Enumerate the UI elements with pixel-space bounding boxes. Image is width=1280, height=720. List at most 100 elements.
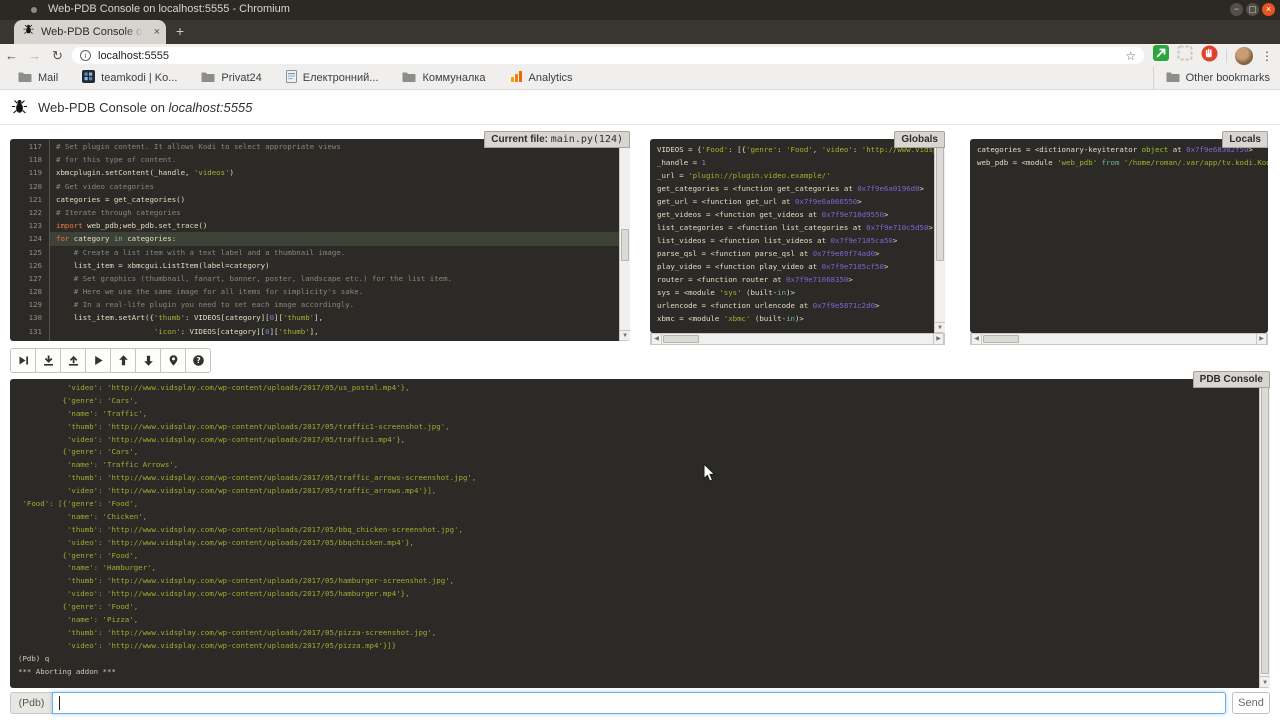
new-tab-button[interactable]: + [172, 24, 188, 40]
console-line: 'name': 'Traffic', [10, 408, 1270, 421]
back-icon[interactable]: ← [0, 44, 23, 67]
code-line-124: 124for category in categories: [10, 232, 630, 245]
console-vertical-scrollbar[interactable]: ▼ [1259, 379, 1270, 688]
console-line: 'name': 'Traffic Arrows', [10, 459, 1270, 472]
locals-panel: Locals categories = <dictionary-keyitera… [970, 131, 1268, 345]
line-number: 122 [10, 206, 50, 219]
globals-line: play_video = <function play_video at 0x7… [650, 260, 945, 273]
step-into-button[interactable] [35, 348, 61, 373]
bookmark-star-icon[interactable]: ☆ [1125, 50, 1136, 62]
code-line-132: 132 'fanart': VIDEOS[category][0]['thumb… [10, 338, 630, 341]
console-line: 'name': 'Hamburger', [10, 562, 1270, 575]
line-number: 121 [10, 193, 50, 206]
bookmark-teamkodi-ko-[interactable]: teamkodi | Ko... [82, 70, 177, 86]
code-line-119: 119xbmcplugin.setContent(_handle, 'video… [10, 166, 630, 179]
extension-green-icon[interactable] [1153, 45, 1169, 66]
tab-webpdb[interactable]: Web-PDB Console on loca × [14, 20, 166, 44]
bookmark-label: Analytics [529, 72, 573, 84]
globals-line: urlencode = <function urlencode at 0x7f9… [650, 299, 945, 312]
forward-icon[interactable]: → [23, 44, 46, 67]
down-icon [142, 354, 155, 367]
site-info-icon[interactable]: i [80, 50, 91, 61]
line-number: 124 [10, 232, 50, 245]
code-line-118: 118# for this type of content. [10, 153, 630, 166]
console-line: {'genre': 'Cars', [10, 446, 1270, 459]
code-line-120: 120# Get video categories [10, 180, 630, 193]
browser-toolbar: ← → ↻ i localhost:5555 ☆ ⋮ [0, 44, 1280, 67]
analytics-icon [510, 70, 523, 86]
bookmark--[interactable]: Електронний... [286, 70, 379, 86]
browser-menu-icon[interactable]: ⋮ [1261, 50, 1273, 62]
globals-line: _url = 'plugin://plugin.video.example/' [650, 169, 945, 182]
up-button[interactable] [110, 348, 136, 373]
code-line-130: 130 list_item.setArt({'thumb': VIDEOS[ca… [10, 311, 630, 324]
line-number: 123 [10, 219, 50, 232]
where-button[interactable] [160, 348, 186, 373]
line-number: 128 [10, 285, 50, 298]
page-header: Web-PDB Console on localhost:5555 [0, 90, 1280, 125]
profile-avatar[interactable] [1235, 47, 1253, 65]
locals-line: web_pdb = <module 'web_pdb' from '/home/… [970, 156, 1268, 169]
code-vertical-scrollbar[interactable]: ▼ [619, 139, 630, 341]
current-file-chip: Current file: main.py(124) [484, 131, 630, 148]
bookmark-analytics[interactable]: Analytics [510, 70, 573, 86]
step-out-icon [67, 354, 80, 367]
globals-horizontal-scrollbar[interactable]: ◀ ▶ [650, 333, 945, 345]
address-bar[interactable]: i localhost:5555 ☆ [72, 47, 1144, 64]
reload-icon[interactable]: ↻ [46, 44, 69, 67]
extension-disabled-icon[interactable] [1177, 45, 1193, 66]
kodi-icon [82, 70, 95, 86]
minimize-button[interactable]: − [1230, 3, 1243, 16]
maximize-button[interactable]: ▢ [1246, 3, 1259, 16]
console-line: *** Aborting addon *** [10, 666, 1270, 679]
globals-line: xbmc = <module 'xbmc' (built-in)> [650, 312, 945, 325]
pdb-command-input[interactable] [52, 692, 1226, 714]
code-line-126: 126 list_item = xbmcgui.ListItem(label=c… [10, 259, 630, 272]
bookmark--[interactable]: Коммуналка [402, 71, 485, 86]
line-number: 126 [10, 259, 50, 272]
line-number: 129 [10, 298, 50, 311]
line-number: 118 [10, 153, 50, 166]
send-button[interactable]: Send [1232, 692, 1270, 714]
console-line: 'video': 'http://www.vidsplay.com/wp-con… [10, 588, 1270, 601]
line-number: 120 [10, 180, 50, 193]
step-forward-icon [17, 354, 30, 367]
bookmark-label: Mail [38, 72, 58, 84]
globals-line: list_categories = <function list_categor… [650, 221, 945, 234]
bookmark-mail[interactable]: Mail [18, 71, 58, 86]
debugger-toolbar: ? [10, 348, 211, 373]
command-row: (Pdb) Send [10, 692, 1270, 714]
console-line: 'name': 'Chicken', [10, 511, 1270, 524]
browser-window: Web-PDB Console on localhost:5555 - Chro… [0, 0, 1280, 720]
console-line: 'thumb': 'http://www.vidsplay.com/wp-con… [10, 421, 1270, 434]
globals-panel: Globals VIDEOS = {'Food': [{'genre': 'Fo… [650, 131, 945, 345]
globals-vertical-scrollbar[interactable]: ▼ [934, 139, 945, 333]
continue-button[interactable] [85, 348, 111, 373]
window-titlebar[interactable]: Web-PDB Console on localhost:5555 - Chro… [0, 0, 1280, 20]
adblock-extension-icon[interactable] [1201, 45, 1218, 67]
code-line-121: 121categories = get_categories() [10, 193, 630, 206]
down-button[interactable] [135, 348, 161, 373]
bookmark-label: teamkodi | Ko... [101, 72, 177, 84]
help-button[interactable]: ? [185, 348, 211, 373]
globals-line: get_videos = <function get_videos at 0x7… [650, 208, 945, 221]
doc-icon [286, 70, 297, 86]
code-line-122: 122# Iterate through categories [10, 206, 630, 219]
tab-close-icon[interactable]: × [154, 27, 160, 38]
continue-icon [92, 354, 105, 367]
bug-logo-icon [10, 98, 29, 121]
close-button[interactable]: × [1262, 3, 1275, 16]
step-into-icon [42, 354, 55, 367]
locals-horizontal-scrollbar[interactable]: ◀ ▶ [970, 333, 1268, 345]
code-line-123: 123import web_pdb;web_pdb.set_trace() [10, 219, 630, 232]
globals-line: router = <function router at 0x7f9e71068… [650, 273, 945, 286]
other-bookmarks-button[interactable]: Other bookmarks [1153, 67, 1270, 89]
step-forward-button[interactable] [10, 348, 36, 373]
url-text[interactable]: localhost:5555 [98, 50, 169, 62]
bookmark-privat24[interactable]: Privat24 [201, 71, 261, 86]
pdb-console-chip: PDB Console [1193, 371, 1270, 388]
code-line-125: 125 # Create a list item with a text lab… [10, 246, 630, 259]
text-caret [59, 696, 60, 710]
step-out-button[interactable] [60, 348, 86, 373]
console-line: 'thumb': 'http://www.vidsplay.com/wp-con… [10, 575, 1270, 588]
